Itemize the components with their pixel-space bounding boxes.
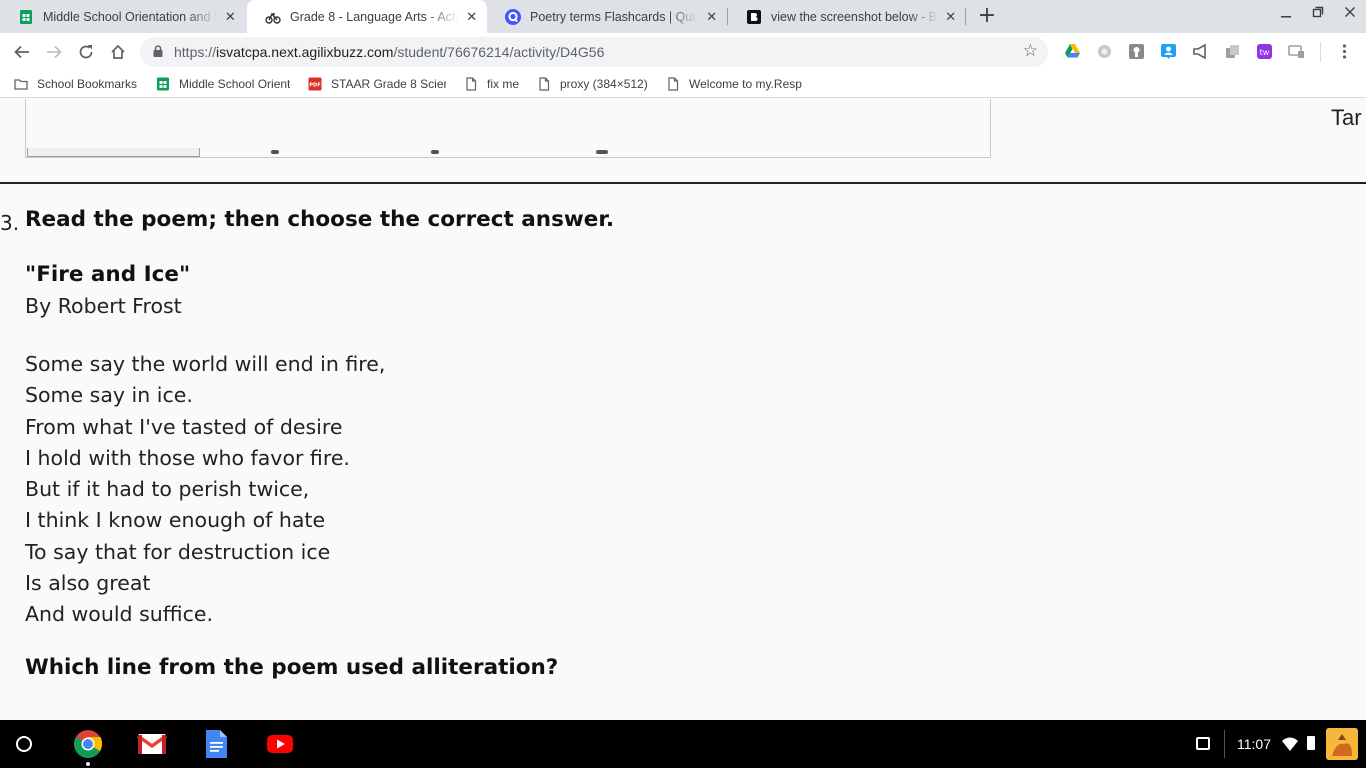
tab-strip: Middle School Orientation and R ✕ Grade … bbox=[0, 0, 1366, 33]
google-docs-icon[interactable] bbox=[201, 729, 231, 759]
bookmark-proxy[interactable]: proxy (384×512) bbox=[537, 75, 655, 93]
tab-title: Middle School Orientation and R bbox=[43, 9, 217, 24]
restore-window-icon[interactable] bbox=[1302, 6, 1334, 28]
copy-icon[interactable] bbox=[1224, 43, 1241, 60]
launcher-icon[interactable] bbox=[16, 736, 32, 752]
url-scheme: https:// bbox=[174, 44, 217, 60]
close-tab-icon[interactable]: ✕ bbox=[462, 9, 481, 25]
bookmark-middle-school-orientation[interactable]: Middle School Orient bbox=[156, 75, 290, 93]
close-tab-icon[interactable]: ✕ bbox=[702, 9, 721, 25]
bookmark-welcome-to-my-resp[interactable]: Welcome to my.Resp bbox=[666, 75, 804, 93]
avatar[interactable] bbox=[1326, 728, 1358, 760]
google-sheets-icon bbox=[20, 9, 32, 24]
poem-line: Is also great bbox=[25, 571, 151, 596]
cut-off-corner-text: Tar bbox=[1331, 105, 1362, 130]
bookmark-fix-me[interactable]: fix me bbox=[464, 75, 524, 93]
svg-text:tw: tw bbox=[1260, 48, 1270, 57]
question-divider bbox=[0, 182, 1366, 184]
google-drive-icon[interactable] bbox=[1064, 43, 1081, 60]
cast-icon[interactable] bbox=[1288, 43, 1305, 60]
bookmark-label: Welcome to my.Resp bbox=[689, 77, 802, 91]
tab-title: Grade 8 - Language Arts - Activit bbox=[290, 9, 459, 24]
screenshot-tray-icon[interactable] bbox=[1196, 737, 1210, 750]
page-icon bbox=[466, 77, 477, 91]
poem-line: I hold with those who favor fire. bbox=[25, 445, 350, 470]
close-window-icon[interactable] bbox=[1334, 6, 1366, 28]
bookmark-label: School Bookmarks bbox=[37, 77, 138, 91]
gmail-icon[interactable] bbox=[137, 729, 167, 759]
page-icon bbox=[539, 77, 550, 91]
poem-line: And would suffice. bbox=[25, 602, 213, 627]
bookmark-label: Middle School Orient bbox=[179, 77, 290, 91]
svg-text:PDF: PDF bbox=[309, 83, 320, 89]
keep-icon[interactable] bbox=[1128, 43, 1145, 60]
tab-view-the-screenshot[interactable]: view the screenshot below - Brai ✕ bbox=[728, 0, 966, 33]
tab-title: Poetry terms Flashcards | Quizle bbox=[530, 9, 699, 24]
bookmark-school-bookmarks[interactable]: School Bookmarks bbox=[14, 75, 144, 93]
tray-separator bbox=[1224, 730, 1225, 758]
purple-extension-icon[interactable]: tw bbox=[1256, 43, 1273, 60]
close-tab-icon[interactable]: ✕ bbox=[221, 9, 240, 25]
bookmark-label: proxy (384×512) bbox=[560, 77, 648, 91]
question-ask: Which line from the poem used alliterati… bbox=[25, 655, 559, 680]
clock[interactable]: 11:07 bbox=[1237, 736, 1271, 752]
poem-body: Some say the world will end in fire, Som… bbox=[25, 349, 385, 631]
poem-title: "Fire and Ice" bbox=[25, 262, 191, 287]
question-number: 3. bbox=[0, 211, 20, 235]
bookmark-staar-grade-8-science[interactable]: PDF STAAR Grade 8 Scien bbox=[308, 75, 446, 93]
address-bar[interactable]: https://isvatcpa.next.agilixbuzz.com/stu… bbox=[140, 37, 1048, 67]
chromeos-shelf: 11:07 bbox=[0, 720, 1366, 768]
browser-toolbar: https://isvatcpa.next.agilixbuzz.com/stu… bbox=[0, 33, 1366, 71]
question-prompt: Read the poem; then choose the correct a… bbox=[25, 207, 615, 232]
cut-off-text bbox=[271, 150, 631, 154]
tab-grade-8-language-arts[interactable]: Grade 8 - Language Arts - Activit ✕ bbox=[247, 0, 487, 33]
toolbar-separator bbox=[1320, 42, 1321, 62]
youtube-icon[interactable] bbox=[265, 729, 295, 759]
pdf-icon: PDF bbox=[308, 77, 322, 91]
bookmark-star-icon[interactable]: ☆ bbox=[1023, 41, 1038, 61]
previous-answer-input[interactable] bbox=[27, 148, 200, 157]
tab-separator bbox=[965, 8, 966, 25]
megaphone-icon[interactable] bbox=[1192, 43, 1209, 60]
bookmark-label: fix me bbox=[487, 77, 520, 91]
previous-question-box bbox=[25, 99, 991, 158]
tab-title: view the screenshot below - Brai bbox=[771, 9, 938, 24]
forward-arrow-icon[interactable] bbox=[41, 39, 67, 65]
lock-icon[interactable] bbox=[152, 45, 164, 57]
poem-line: Some say the world will end in fire, bbox=[25, 352, 386, 376]
tab-middle-school-orientation[interactable]: Middle School Orientation and R ✕ bbox=[0, 0, 246, 33]
url-text: https://isvatcpa.next.agilixbuzz.com/stu… bbox=[174, 44, 604, 60]
grey-extension-icon[interactable] bbox=[1096, 43, 1113, 60]
poem-author: By Robert Frost bbox=[25, 294, 182, 318]
bookmarks-bar: School Bookmarks Middle School Orient PD… bbox=[0, 71, 1366, 98]
running-indicator bbox=[86, 762, 90, 766]
url-host: isvatcpa.next.agilixbuzz.com bbox=[216, 44, 394, 60]
tab-poetry-terms-flashcards[interactable]: Poetry terms Flashcards | Quizle ✕ bbox=[487, 0, 727, 33]
reload-icon[interactable] bbox=[73, 39, 99, 65]
new-tab-button[interactable]: + bbox=[975, 5, 999, 29]
page-content: Tar 3. Read the poem; then choose the co… bbox=[0, 99, 1366, 720]
poem-line: Some say in ice. bbox=[25, 383, 193, 408]
poem-line: To say that for destruction ice bbox=[25, 539, 331, 564]
poem-line: From what I've tasted of desire bbox=[25, 414, 343, 439]
home-icon[interactable] bbox=[105, 39, 131, 65]
url-path: /student/76676214/activity/D4G56 bbox=[393, 44, 605, 60]
google-sheets-icon bbox=[157, 77, 169, 91]
folder-icon bbox=[14, 79, 28, 90]
poem-line: But if it had to perish twice, bbox=[25, 477, 310, 502]
person-pin-icon[interactable] bbox=[1160, 43, 1177, 60]
chrome-menu-icon[interactable] bbox=[1336, 43, 1353, 60]
close-tab-icon[interactable]: ✕ bbox=[942, 9, 961, 25]
brainly-icon bbox=[747, 9, 761, 24]
back-arrow-icon[interactable] bbox=[9, 39, 35, 65]
buzz-bicycle-icon bbox=[265, 12, 281, 24]
minimize-window-icon[interactable] bbox=[1270, 6, 1302, 28]
chrome-icon[interactable] bbox=[73, 729, 103, 759]
page-icon bbox=[668, 77, 679, 91]
quizlet-icon bbox=[505, 8, 521, 25]
battery-icon[interactable] bbox=[1307, 736, 1315, 750]
bookmark-label: STAAR Grade 8 Scien bbox=[331, 77, 446, 91]
wifi-icon[interactable] bbox=[1282, 737, 1298, 751]
poem-line: I think I know enough of hate bbox=[25, 508, 326, 533]
